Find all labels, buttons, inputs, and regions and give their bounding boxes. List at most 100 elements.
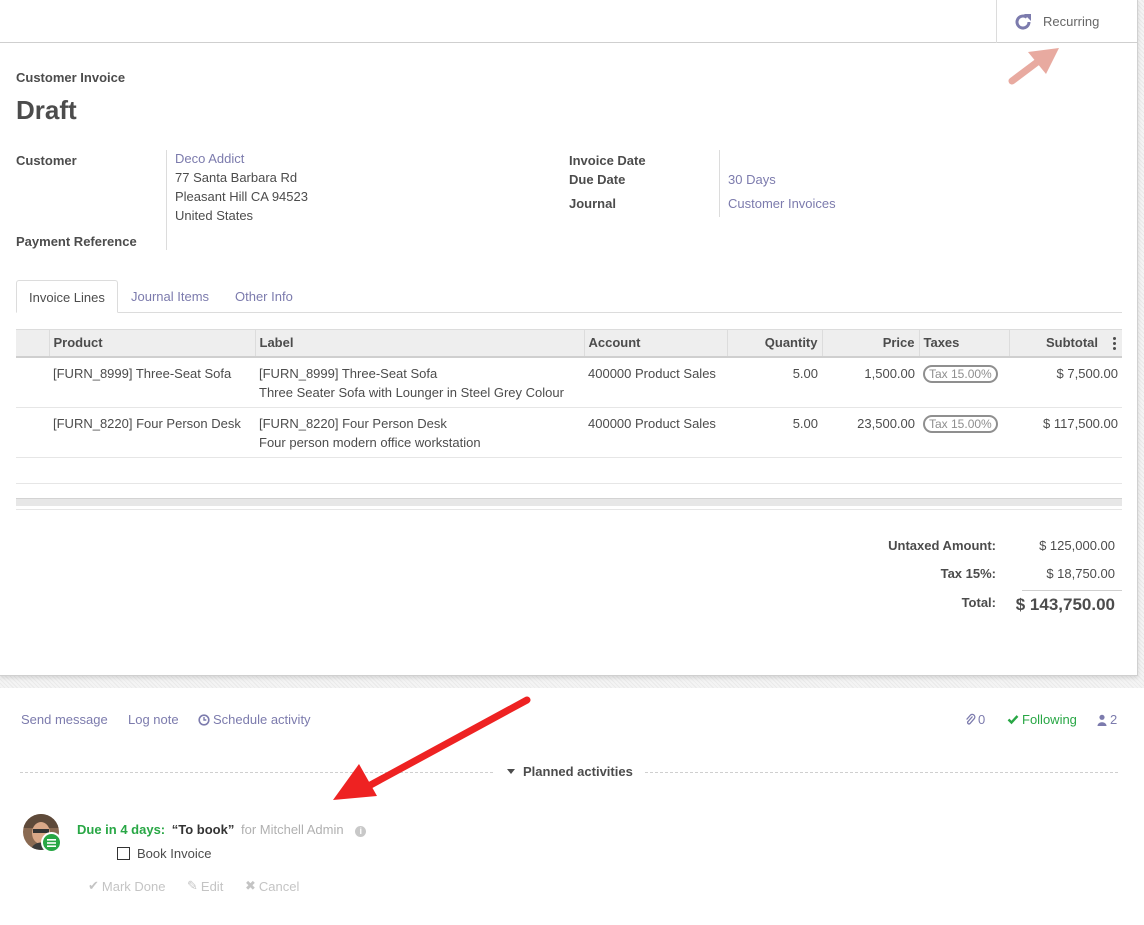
recurring-button-label: Recurring (1043, 14, 1100, 29)
column-header-quantity[interactable]: Quantity (726, 329, 822, 358)
attachments-button[interactable]: 0 (965, 712, 985, 727)
untaxed-amount-value: $ 125,000.00 (1039, 538, 1115, 553)
close-icon: ✖ (245, 878, 256, 893)
todo-checkbox[interactable] (117, 847, 130, 860)
due-date-label: Due Date (569, 172, 626, 187)
cell-price[interactable]: 1,500.00 (822, 356, 919, 408)
cell-taxes[interactable]: Tax 15.00% (919, 356, 1009, 408)
customer-name-link[interactable]: Deco Addict (175, 149, 308, 168)
tax-badge: Tax 15.00% (923, 364, 998, 383)
payment-reference-input[interactable] (175, 230, 535, 250)
column-header-subtotal-label: Subtotal (1046, 335, 1098, 351)
check-icon (1007, 715, 1019, 725)
followers-count: 2 (1110, 712, 1118, 727)
invoice-date-label: Invoice Date (569, 153, 646, 168)
journal-link[interactable]: Customer Invoices (728, 196, 836, 211)
tab-journal-items[interactable]: Journal Items (119, 280, 221, 313)
activity-todo: Book Invoice (117, 846, 211, 861)
row-handle (16, 407, 49, 458)
tax-label: Tax 15%: (940, 566, 996, 581)
cell-label-line: Four person modern office workstation (259, 434, 481, 450)
cell-quantity[interactable]: 5.00 (727, 407, 822, 458)
column-header-account[interactable]: Account (583, 329, 727, 358)
cancel-label: Cancel (258, 878, 300, 894)
cancel-activity-button[interactable]: ✖ Cancel (245, 878, 299, 894)
tax-value: $ 18,750.00 (1046, 566, 1115, 581)
table-row[interactable]: [FURN_8220] Four Person Desk [FURN_8220]… (16, 407, 1122, 458)
following-label: Following (1022, 712, 1077, 727)
table-footer (16, 498, 1122, 506)
invoice-lines-table: Product Label Account Quantity Price Tax… (16, 329, 1122, 510)
empty-row (16, 457, 1122, 484)
chatter: Send message Log note Schedule activity … (0, 688, 1144, 925)
column-header-product[interactable]: Product (48, 329, 255, 358)
cell-subtotal: $ 117,500.00 (1009, 407, 1122, 458)
cell-product[interactable]: [FURN_8999] Three-Seat Sofa (49, 356, 255, 408)
log-note-button[interactable]: Log note (128, 712, 179, 727)
schedule-activity-label: Schedule activity (213, 712, 311, 727)
document-type: Customer Invoice (16, 70, 126, 85)
clock-icon (198, 713, 210, 726)
paperclip-icon (966, 713, 976, 725)
cell-price[interactable]: 23,500.00 (822, 407, 919, 458)
activity-assignee: for Mitchell Admin (240, 822, 344, 837)
tax-badge: Tax 15.00% (923, 414, 998, 433)
send-message-button[interactable]: Send message (21, 712, 108, 727)
payment-terms-link[interactable]: 30 Days (728, 172, 776, 187)
total-separator (1022, 590, 1122, 591)
tab-invoice-lines[interactable]: Invoice Lines (16, 280, 118, 313)
customer-address-line: 77 Santa Barbara Rd (175, 170, 298, 185)
total-value: $ 143,750.00 (1015, 595, 1115, 614)
row-handle (16, 356, 49, 408)
column-header-label[interactable]: Label (254, 329, 584, 358)
activity-due: Due in 4 days: (77, 822, 166, 837)
edit-activity-button[interactable]: ✎ Edit (187, 878, 223, 894)
invoice-date-input[interactable] (728, 149, 1108, 169)
button-box: Recurring (0, 0, 1138, 43)
info-icon[interactable]: i (355, 826, 367, 837)
optional-columns-icon[interactable] (1112, 337, 1116, 350)
recurring-button[interactable]: Recurring (996, 0, 1138, 43)
cell-account[interactable]: 400000 Product Sales (584, 407, 727, 458)
schedule-activity-button[interactable]: Schedule activity (198, 712, 311, 727)
column-header-taxes[interactable]: Taxes (918, 329, 1009, 358)
table-row[interactable]: [FURN_8999] Three-Seat Sofa [FURN_8999] … (16, 356, 1122, 408)
cell-label[interactable]: [FURN_8999] Three-Seat Sofa Three Seater… (255, 356, 584, 408)
cell-subtotal: $ 7,500.00 (1009, 356, 1122, 408)
cell-label[interactable]: [FURN_8220] Four Person Desk Four person… (255, 407, 584, 458)
column-header-subtotal[interactable]: Subtotal (1008, 329, 1122, 358)
field-separator (166, 150, 167, 250)
customer-address-line: Pleasant Hill CA 94523 (175, 189, 308, 204)
edit-label: Edit (200, 878, 224, 894)
customer-address-line: United States (175, 208, 254, 223)
followers-button[interactable]: 2 (1097, 712, 1117, 727)
column-header-price[interactable]: Price (821, 329, 919, 358)
todo-label: Book Invoice (137, 846, 212, 861)
mark-done-label: Mark Done (101, 878, 166, 894)
invoice-form-sheet: Recurring Customer Invoice Draft Custome… (0, 0, 1138, 676)
annotation-arrow (333, 696, 531, 800)
annotation-arrow-faded (1008, 48, 1059, 85)
mark-done-button[interactable]: ✔ Mark Done (88, 878, 165, 894)
cell-account[interactable]: 400000 Product Sales (584, 356, 727, 408)
form-sheet-background: Recurring Customer Invoice Draft Custome… (0, 0, 1144, 688)
cell-label-line: [FURN_8220] Four Person Desk (259, 415, 447, 431)
user-icon (1097, 714, 1107, 726)
todo-activity-icon (41, 832, 62, 853)
cell-product[interactable]: [FURN_8220] Four Person Desk (49, 407, 255, 458)
pencil-icon: ✎ (187, 878, 198, 893)
table-header-row: Product Label Account Quantity Price Tax… (16, 329, 1122, 358)
activity-header: Due in 4 days: “To book” for Mitchell Ad… (77, 822, 367, 837)
untaxed-amount-label: Untaxed Amount: (888, 538, 996, 553)
tab-other-info[interactable]: Other Info (223, 280, 305, 313)
cell-quantity[interactable]: 5.00 (727, 356, 822, 408)
handle-column-header (16, 329, 49, 358)
cell-taxes[interactable]: Tax 15.00% (919, 407, 1009, 458)
journal-label: Journal (569, 196, 616, 211)
notebook-tabs: Invoice Lines Journal Items Other Info (16, 280, 1122, 313)
customer-field: Deco Addict 77 Santa Barbara Rd Pleasant… (175, 149, 308, 225)
refresh-icon (1015, 13, 1031, 30)
field-separator (719, 150, 720, 217)
following-button[interactable]: Following (1007, 712, 1077, 727)
customer-label: Customer (16, 153, 77, 168)
